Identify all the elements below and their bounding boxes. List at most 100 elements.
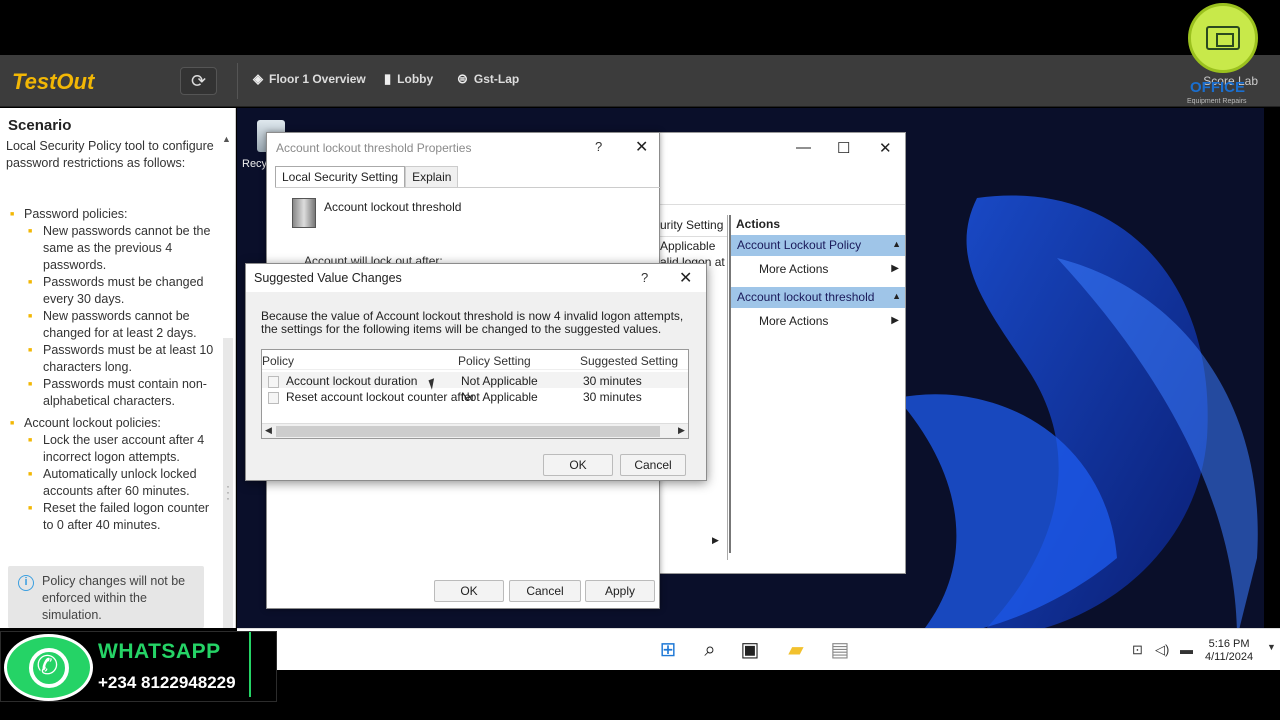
cell-policy: Account lockout duration <box>286 374 418 388</box>
help-button[interactable]: ? <box>595 139 602 154</box>
volume-icon[interactable]: ◁) <box>1155 642 1169 658</box>
cancel-button[interactable]: Cancel <box>620 454 686 476</box>
overlay-divider <box>249 632 251 697</box>
testout-toolbar: TestOut ⟳ ◈ Floor 1 Overview ▮ Lobby ⊜ G… <box>0 55 1280 107</box>
windows-start-icon[interactable]: ⊞ <box>655 637 681 663</box>
scenario-panel: Scenario ▲ Local Security Policy tool to… <box>0 108 236 628</box>
tab-local-security-setting[interactable]: Local Security Setting <box>275 166 406 188</box>
dialog-message: Because the value of Account lockout thr… <box>261 309 684 336</box>
network-icon[interactable]: ⊡ <box>1132 642 1143 658</box>
column-header: urity Setting <box>660 215 727 237</box>
top-letterbox <box>0 0 1280 55</box>
list-item: Passwords must be at least 10 characters… <box>28 342 220 376</box>
policy-row-icon <box>268 376 279 388</box>
wallpaper-bloom <box>897 195 1258 628</box>
clock-time: 5:16 PM <box>1208 638 1250 650</box>
whatsapp-icon <box>28 647 69 688</box>
whatsapp-logo <box>4 634 93 701</box>
list-item: Lock the user account after 4 incorrect … <box>28 432 220 466</box>
dialog-title: Suggested Value Changes <box>254 271 402 285</box>
pane-scroll-arrow[interactable]: ▶ <box>712 535 719 546</box>
actions-pane: Actions Account Lockout Policy More Acti… <box>729 215 905 553</box>
table-row[interactable]: Reset account lockout counter after Not … <box>262 388 688 404</box>
scenario-list: Password policies: New passwords cannot … <box>10 206 220 534</box>
refresh-icon: ⟳ <box>190 71 207 91</box>
brand-overlay-subtext: Equipment Repairs <box>1187 98 1247 105</box>
nav-divider <box>237 63 238 99</box>
actions-group-header[interactable]: Account lockout threshold <box>731 287 905 308</box>
close-button[interactable]: ✕ <box>635 137 648 157</box>
tab-floor-1-overview[interactable]: ◈ Floor 1 Overview <box>253 71 366 87</box>
ok-button[interactable]: OK <box>543 454 613 476</box>
tab-explain[interactable]: Explain <box>405 166 459 188</box>
whatsapp-overlay: WHATSAPP +234 8122948229 <box>0 631 277 702</box>
close-button[interactable]: ✕ <box>679 268 692 288</box>
cell-policy-setting: Not Applicable <box>461 390 538 404</box>
changes-table: Policy Policy Setting Suggested Setting … <box>261 349 689 439</box>
apply-button[interactable]: Apply <box>585 580 655 602</box>
channel-logo <box>1188 3 1258 73</box>
collapse-icon[interactable]: ▲ <box>222 134 231 144</box>
refresh-button[interactable]: ⟳ <box>180 67 217 95</box>
bottom-letterbox <box>0 702 1280 720</box>
taskbar-clock[interactable]: 5:16 PM 4/11/2024 <box>1205 638 1253 664</box>
whatsapp-label: WHATSAPP <box>98 640 221 663</box>
search-icon[interactable]: ⌕ <box>697 637 723 663</box>
table-row[interactable]: Account lockout duration Not Applicable … <box>262 372 688 388</box>
tab-label: Gst-Lap <box>473 72 520 86</box>
power-icon[interactable]: ▬ <box>1180 642 1193 657</box>
column-header-suggested-setting[interactable]: Suggested Setting <box>580 354 678 368</box>
cancel-button[interactable]: Cancel <box>509 580 581 602</box>
mmc-menubar <box>656 183 905 205</box>
door-icon: ▮ <box>384 71 392 86</box>
show-more-icon[interactable]: ▼ <box>1267 642 1276 652</box>
scenario-heading: Scenario <box>8 117 72 134</box>
more-actions-item[interactable]: More Actions <box>731 256 905 287</box>
layers-icon: ◈ <box>253 71 263 86</box>
list-item: Reset the failed logon counter to 0 afte… <box>28 500 220 534</box>
resize-grip-icon[interactable]: · · · <box>226 480 230 504</box>
actions-group-header[interactable]: Account Lockout Policy <box>731 235 905 256</box>
column-header-policy[interactable]: Policy <box>262 354 294 368</box>
policy-row-icon <box>268 392 279 404</box>
policy-value: Applicable <box>660 239 716 253</box>
close-button[interactable]: ✕ <box>879 139 892 157</box>
cell-suggested-setting: 30 minutes <box>583 390 642 404</box>
list-item: New passwords cannot be changed for at l… <box>28 308 220 342</box>
info-note: i Policy changes will not be enforced wi… <box>8 566 204 628</box>
security-policy-taskbar-icon[interactable]: ▤ <box>827 637 853 663</box>
tab-gst-lap[interactable]: ⊜ Gst-Lap <box>457 71 519 87</box>
windows-taskbar: ▥ ⊞ ⌕ ▣ ▰ ▤ ⊡ ◁) ▬ ▼ <box>237 628 1280 670</box>
info-icon: i <box>18 575 34 591</box>
ok-button[interactable]: OK <box>434 580 504 602</box>
policy-name: Account lockout threshold <box>324 200 462 214</box>
cell-policy: Reset account lockout counter after <box>286 390 475 404</box>
minimize-button[interactable]: — <box>796 139 811 156</box>
list-item: New passwords cannot be the same as the … <box>28 223 220 274</box>
scrollbar-thumb[interactable] <box>276 426 660 437</box>
help-button[interactable]: ? <box>641 270 648 285</box>
scenario-intro: Local Security Policy tool to configure … <box>6 139 214 170</box>
scenario-section: Account lockout policies: Lock the user … <box>10 415 220 534</box>
recycle-bin-label: Recy <box>242 158 268 170</box>
list-item: Automatically unlock locked accounts aft… <box>28 466 220 500</box>
list-item: Passwords must contain non-alphabetical … <box>28 376 220 410</box>
suggested-value-changes-dialog: Suggested Value Changes ? ✕ Because the … <box>245 263 707 481</box>
file-explorer-icon[interactable]: ▰ <box>783 637 809 663</box>
maximize-button[interactable]: ☐ <box>837 139 850 157</box>
list-item: Passwords must be changed every 30 days. <box>28 274 220 308</box>
scroll-right-icon[interactable]: ▶ <box>678 425 685 436</box>
tab-lobby[interactable]: ▮ Lobby <box>384 71 433 87</box>
column-header-policy-setting[interactable]: Policy Setting <box>458 354 531 368</box>
cell-policy-setting: Not Applicable <box>461 374 538 388</box>
horizontal-scrollbar[interactable]: ◀ ▶ <box>262 423 688 438</box>
properties-tabs: Local Security Setting Explain <box>275 166 459 188</box>
section-title: Account lockout policies: <box>24 416 161 430</box>
tab-label: Floor 1 Overview <box>269 72 366 86</box>
properties-title: Account lockout threshold Properties <box>276 141 472 155</box>
task-view-icon[interactable]: ▣ <box>737 637 763 663</box>
scroll-left-icon[interactable]: ◀ <box>265 425 272 436</box>
more-actions-item[interactable]: More Actions <box>731 308 905 339</box>
brand-overlay-text: OFFICE <box>1190 79 1245 96</box>
table-header: Policy Policy Setting Suggested Setting <box>262 350 688 370</box>
